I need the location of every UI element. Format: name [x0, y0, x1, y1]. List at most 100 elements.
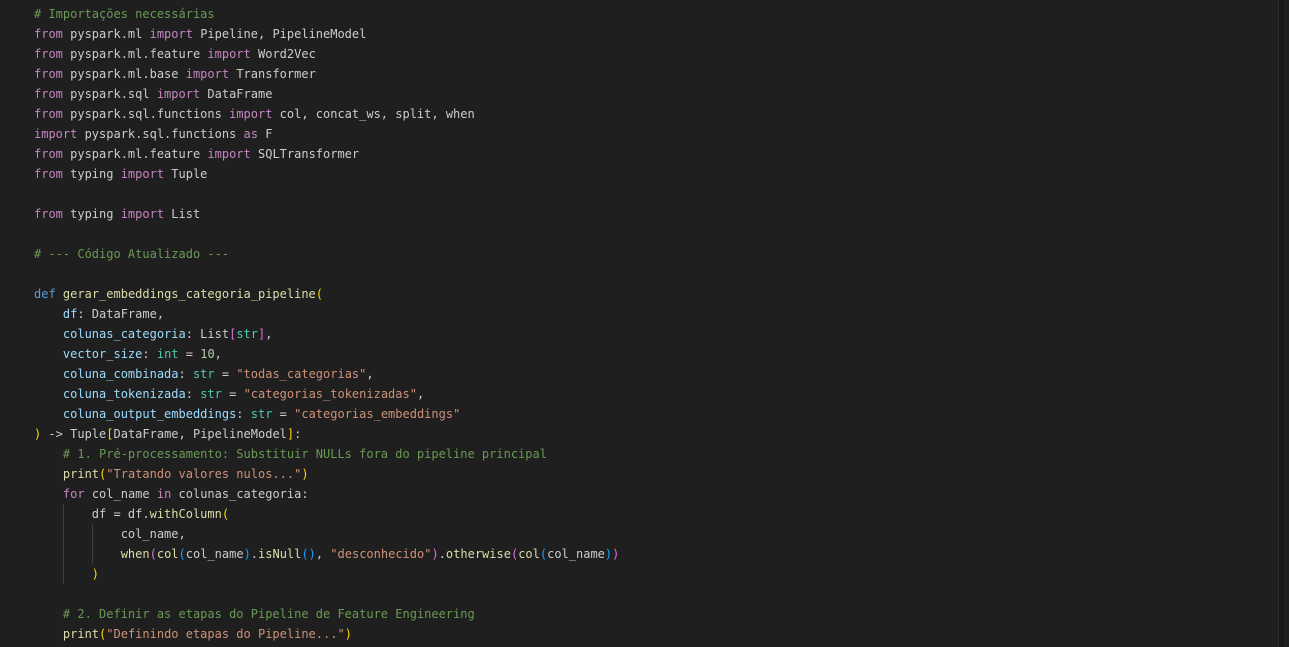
code-token: import — [34, 127, 78, 141]
code-token: = — [272, 407, 295, 421]
code-line[interactable]: col_name, — [34, 524, 619, 544]
code-token: col_name — [547, 547, 605, 561]
code-token: str — [250, 407, 273, 421]
code-token: col_name, — [120, 527, 186, 541]
code-line[interactable]: when(col(col_name).isNull(), "desconheci… — [34, 544, 619, 564]
code-token: Word2Vec — [250, 47, 316, 61]
code-token: pyspark.ml.feature — [62, 147, 208, 161]
code-token: from — [34, 107, 63, 121]
code-token: import — [156, 87, 201, 101]
code-line[interactable]: colunas_categoria: List[str], — [34, 324, 619, 344]
code-line[interactable]: # 1. Pré-processamento: Substituir NULLs… — [34, 444, 619, 464]
code-token: otherwise — [445, 547, 511, 561]
indent-guide — [91, 524, 93, 544]
code-token: withColumn — [149, 507, 222, 521]
code-token: from — [34, 147, 63, 161]
code-token: when — [120, 547, 150, 561]
code-token: coluna_output_embeddings — [62, 407, 237, 421]
code-token: # 1. Pré-processamento: Substituir NULLs… — [62, 447, 547, 461]
code-line[interactable]: df = df.withColumn( — [34, 504, 619, 524]
code-line[interactable]: # 2. Definir as etapas do Pipeline de Fe… — [34, 604, 619, 624]
code-line[interactable] — [34, 184, 619, 204]
code-token: = — [214, 367, 237, 381]
code-token: : — [178, 367, 193, 381]
code-token: Pipeline, PipelineModel — [192, 27, 367, 41]
code-token: "Definindo etapas do Pipeline..." — [106, 627, 345, 641]
code-token: "categorias_tokenizadas" — [243, 387, 417, 401]
code-token: # Importações necessárias — [34, 7, 215, 21]
code-editor[interactable]: # Importações necessárias from pyspark.ml… — [0, 0, 1284, 647]
code-line[interactable] — [34, 584, 619, 604]
code-token: ( — [149, 547, 157, 561]
code-token: col_name — [185, 547, 244, 561]
code-token: col — [518, 547, 540, 561]
code-token: = — [221, 387, 244, 401]
code-line[interactable]: from pyspark.ml.feature import SQLTransf… — [34, 144, 619, 164]
code-line[interactable]: coluna_tokenizada: str = "categorias_tok… — [34, 384, 619, 404]
code-line[interactable]: df: DataFrame, — [34, 304, 619, 324]
code-token: col, concat_ws, split, when — [272, 107, 475, 121]
code-token: from — [34, 27, 63, 41]
code-line[interactable] — [34, 224, 619, 244]
indent-guide — [62, 544, 64, 564]
indent-guide — [62, 504, 64, 524]
code-line[interactable]: from pyspark.sql import DataFrame — [34, 84, 619, 104]
code-line[interactable]: from pyspark.sql.functions import col, c… — [34, 104, 619, 124]
code-token: : — [142, 347, 157, 361]
code-line[interactable]: coluna_output_embeddings: str = "categor… — [34, 404, 619, 424]
code-line[interactable] — [34, 264, 619, 284]
code-line[interactable]: from typing import List — [34, 204, 619, 224]
code-token: DataFrame — [200, 87, 273, 101]
code-line[interactable]: coluna_combinada: str = "todas_categoria… — [34, 364, 619, 384]
code-token: print — [62, 627, 100, 641]
code-token: , — [265, 327, 273, 341]
code-token: from — [34, 67, 63, 81]
code-content[interactable]: # Importações necessárias from pyspark.ml… — [34, 4, 619, 644]
code-line[interactable]: from typing import Tuple — [34, 164, 619, 184]
editor-scrollbar[interactable] — [1278, 0, 1284, 647]
code-token: pyspark.sql.functions — [77, 127, 244, 141]
code-token: Tuple — [164, 167, 208, 181]
code-line[interactable]: from pyspark.ml.base import Transformer — [34, 64, 619, 84]
code-line[interactable]: # --- Código Atualizado --- — [34, 244, 619, 264]
code-line[interactable]: ) — [34, 564, 619, 584]
code-token: coluna_combinada — [62, 367, 179, 381]
code-token: int — [156, 347, 179, 361]
code-token: ) — [612, 547, 620, 561]
code-line[interactable]: def gerar_embeddings_categoria_pipeline( — [34, 284, 619, 304]
code-line[interactable]: print("Tratando valores nulos...") — [34, 464, 619, 484]
code-line[interactable]: print("Definindo etapas do Pipeline...") — [34, 624, 619, 644]
code-token: "Tratando valores nulos..." — [106, 467, 302, 481]
code-token: ) — [301, 467, 309, 481]
code-token: col_name — [84, 487, 157, 501]
code-token: : List — [185, 327, 230, 341]
code-token: ( — [178, 547, 186, 561]
code-token: import — [185, 67, 230, 81]
code-token: , — [214, 347, 222, 361]
code-token: SQLTransformer — [250, 147, 360, 161]
code-line[interactable]: from pyspark.ml import Pipeline, Pipelin… — [34, 24, 619, 44]
code-line[interactable]: import pyspark.sql.functions as F — [34, 124, 619, 144]
code-token: as — [243, 127, 258, 141]
code-token: Transformer — [229, 67, 316, 81]
code-line[interactable]: # Importações necessárias — [34, 4, 619, 24]
code-line[interactable]: for col_name in colunas_categoria: — [34, 484, 619, 504]
code-line[interactable]: from pyspark.ml.feature import Word2Vec — [34, 44, 619, 64]
code-token: from — [34, 87, 63, 101]
code-token: # --- Código Atualizado --- — [34, 247, 230, 261]
code-token: pyspark.ml — [62, 27, 150, 41]
code-token: pyspark.ml.base — [62, 67, 186, 81]
code-token: pyspark.sql — [62, 87, 157, 101]
code-line[interactable]: vector_size: int = 10, — [34, 344, 619, 364]
indent-guide — [62, 564, 64, 584]
code-line[interactable]: ) -> Tuple[DataFrame, PipelineModel]: — [34, 424, 619, 444]
